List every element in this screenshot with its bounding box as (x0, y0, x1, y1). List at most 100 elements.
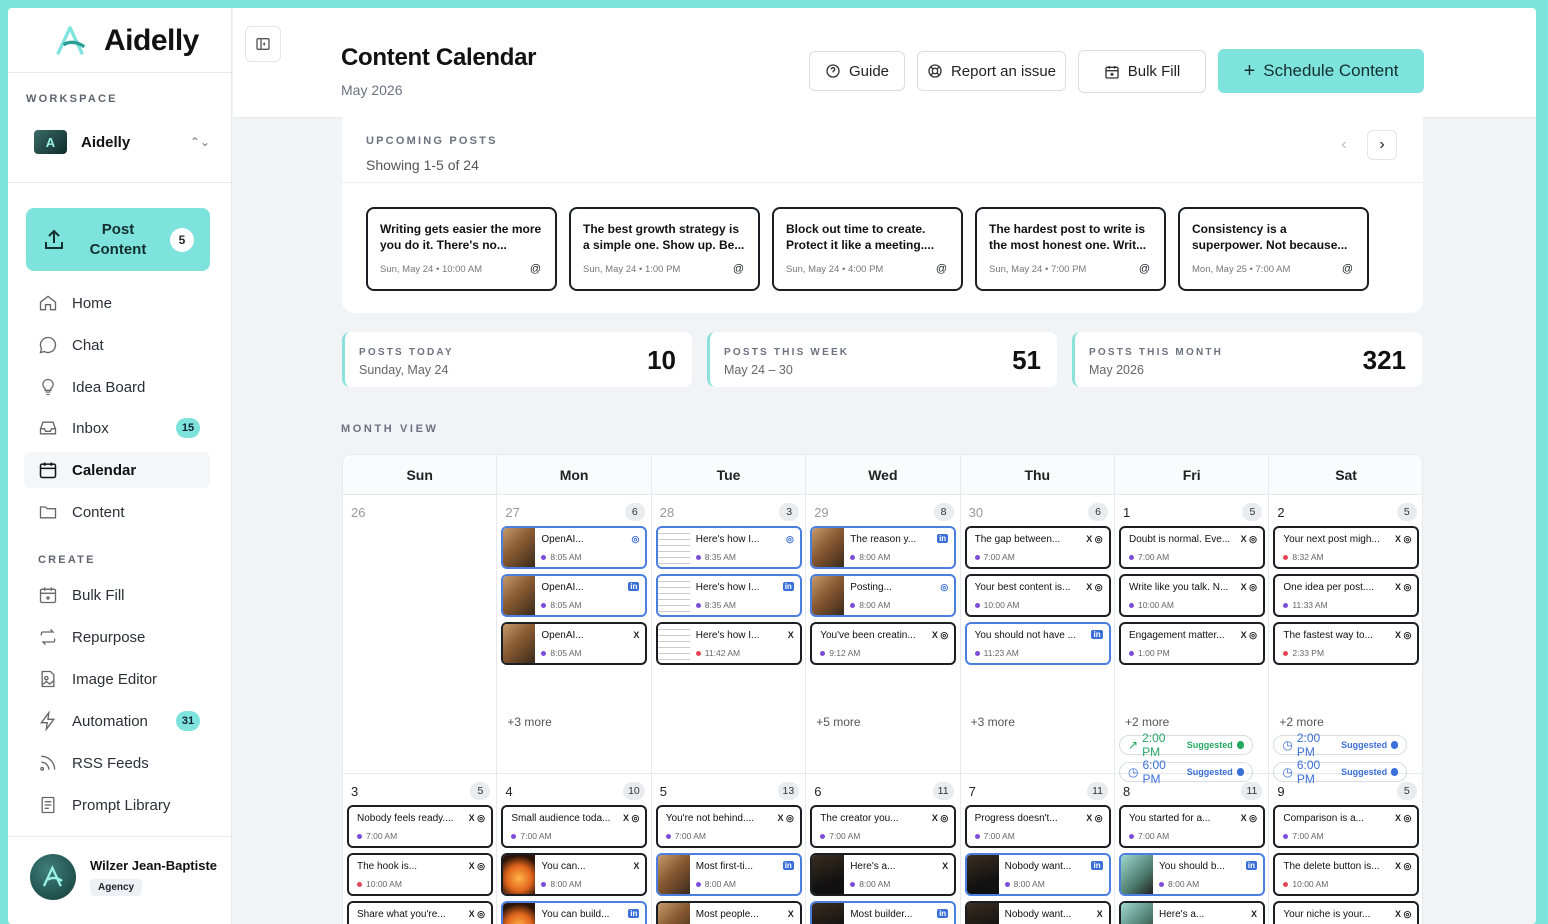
schedule-content-button[interactable]: + Schedule Content (1218, 49, 1424, 93)
workspace-switcher[interactable]: A Aidelly ⌃⌄ (34, 128, 210, 156)
scheduled-post[interactable]: Nobody want... 8:00 AM in (964, 853, 1111, 896)
upcoming-post-card[interactable]: Consistency is a superpower. Not because… (1178, 207, 1369, 291)
scheduled-post[interactable]: Here's a... 8:00 AM X (810, 853, 957, 896)
nav-repurpose[interactable]: Repurpose (24, 619, 210, 655)
day-cell[interactable]: 27 6 OpenAI... 8:05 AM ◎ OpenAI... 8:05 AM in Op… (497, 495, 652, 774)
post-title: Small audience toda... (511, 813, 611, 824)
scheduled-post[interactable]: OpenAI... 8:05 AM X (501, 622, 648, 665)
scheduled-post[interactable]: The fastest way to... 2:33 PM X ◎ (1273, 622, 1420, 665)
scheduled-post[interactable]: Most builder... in (810, 901, 957, 924)
user-profile[interactable]: Wilzer Jean-Baptiste Agency (30, 854, 217, 900)
scheduled-post[interactable]: You started for a... 7:00 AM X ◎ (1119, 805, 1265, 848)
scheduled-post[interactable]: OpenAI... 8:05 AM ◎ (501, 526, 648, 569)
post-time-text: 7:00 AM (829, 831, 861, 841)
status-dot (974, 554, 980, 560)
post-title: Nobody want... (1004, 909, 1072, 920)
scheduled-post[interactable]: One idea per post.... 11:33 AM X ◎ (1273, 574, 1420, 617)
scheduled-post[interactable]: Your best content is... 10:00 AM X ◎ (964, 574, 1111, 617)
scheduled-post[interactable]: Nobody feels ready.... 7:00 AM X ◎ (347, 805, 493, 848)
scheduled-post[interactable]: You should not have ... 11:23 AM in (964, 622, 1111, 665)
more-posts-link[interactable]: +5 more (816, 715, 860, 729)
post-time-text: 7:00 AM (983, 831, 1015, 841)
scheduled-post[interactable]: Your next post migh... 8:32 AM X ◎ (1273, 526, 1420, 569)
prev-button[interactable]: ‹ (1329, 130, 1359, 160)
nav-image-editor[interactable]: Image Editor (24, 661, 210, 697)
post-time: 8:00 AM (695, 879, 736, 889)
scheduled-post[interactable]: Here's how I... 11:42 AM X (655, 622, 802, 665)
scheduled-post[interactable]: The reason y... 8:00 AM in (810, 526, 957, 569)
post-content-button[interactable]: Post Content 5 (26, 208, 210, 271)
nav-bulk-fill[interactable]: Bulk Fill (24, 577, 210, 613)
more-posts-link[interactable]: +3 more (507, 715, 551, 729)
scheduled-post[interactable]: Small audience toda... 7:00 AM X ◎ (501, 805, 648, 848)
scheduled-post[interactable]: Nobody want... X (964, 901, 1111, 924)
day-cell[interactable]: 26 (343, 495, 498, 774)
post-content-label: Post Content (89, 220, 147, 258)
collapse-sidebar-button[interactable] (245, 26, 281, 62)
linkedin-icon: in (1091, 630, 1103, 639)
scheduled-post[interactable]: The creator you... 7:00 AM X ◎ (810, 805, 957, 848)
report-issue-button[interactable]: Report an issue (917, 51, 1066, 91)
upcoming-post-card[interactable]: Writing gets easier the more you do it. … (366, 207, 557, 291)
scheduled-post[interactable]: Share what you're... X ◎ (347, 901, 493, 924)
nav-rss-feeds[interactable]: RSS Feeds (24, 745, 210, 781)
next-button[interactable]: › (1367, 130, 1397, 160)
more-posts-link[interactable]: +2 more (1279, 715, 1323, 729)
day-cell[interactable]: 28 3 Here's how I... 8:35 AM ◎ Here's how I..… (651, 495, 807, 774)
more-posts-link[interactable]: +3 more (971, 715, 1015, 729)
scheduled-post[interactable]: Posting... 8:00 AM ◎ (810, 574, 957, 617)
nav-inbox[interactable]: Inbox 15 (24, 410, 210, 446)
day-cell[interactable]: 8 11 You started for a... 7:00 AM X ◎ You sho… (1115, 774, 1270, 924)
scheduled-post[interactable]: Write like you talk. N... 10:00 AM X ◎ (1119, 574, 1265, 617)
scheduled-post[interactable]: The gap between... 7:00 AM X ◎ (964, 526, 1111, 569)
day-cell[interactable]: 1 5 Doubt is normal. Eve... 7:00 AM X ◎ Write… (1115, 495, 1270, 786)
day-cell[interactable]: 29 8 The reason y... 8:00 AM in Posting... 8:0… (806, 495, 961, 774)
scheduled-post[interactable]: You've been creatin... 9:12 AM X ◎ (810, 622, 957, 665)
scheduled-post[interactable]: Your niche is your... X ◎ (1273, 901, 1420, 924)
nav-idea-board[interactable]: Idea Board (24, 369, 210, 405)
scheduled-post[interactable]: Comparison is a... 7:00 AM X ◎ (1273, 805, 1420, 848)
scheduled-post[interactable]: You're not behind.... 7:00 AM X ◎ (655, 805, 802, 848)
upcoming-post-card[interactable]: Block out time to create. Protect it lik… (772, 207, 963, 291)
suggested-slot[interactable]: ↗ 2:00 PM Suggested (1119, 731, 1253, 759)
nav-calendar[interactable]: Calendar (24, 452, 210, 488)
bolt-icon (38, 711, 58, 731)
scheduled-post[interactable]: Most first-ti... 8:00 AM in (655, 853, 802, 896)
scheduled-post[interactable]: Progress doesn't... 7:00 AM X ◎ (964, 805, 1111, 848)
scheduled-post[interactable]: You should b... 8:00 AM in (1119, 853, 1265, 896)
suggested-slot[interactable]: ◷ 2:00 PM Suggested (1273, 731, 1408, 759)
nav-home[interactable]: Home (24, 285, 210, 321)
scheduled-post[interactable]: OpenAI... 8:05 AM in (501, 574, 648, 617)
scheduled-post[interactable]: The hook is... 10:00 AM X ◎ (347, 853, 493, 896)
scheduled-post[interactable]: The delete button is... 10:00 AM X ◎ (1273, 853, 1420, 896)
more-posts-link[interactable]: +2 more (1125, 715, 1169, 729)
nav-chat[interactable]: Chat (24, 327, 210, 363)
scheduled-post[interactable]: Here's how I... 8:35 AM ◎ (655, 526, 802, 569)
guide-button[interactable]: Guide (809, 51, 905, 91)
scheduled-post[interactable]: You can build... in (501, 901, 648, 924)
scheduled-post[interactable]: Here's a... X (1119, 901, 1265, 924)
day-cell[interactable]: 2 5 Your next post migh... 8:32 AM X ◎ One id… (1269, 495, 1422, 786)
day-cell[interactable]: 7 11 Progress doesn't... 7:00 AM X ◎ Nobody w… (961, 774, 1115, 924)
status-dot (541, 602, 547, 608)
nav-automation[interactable]: Automation 31 (24, 703, 210, 739)
upcoming-post-card[interactable]: The best growth strategy is a simple one… (569, 207, 760, 291)
bulk-fill-button[interactable]: Bulk Fill (1078, 50, 1206, 93)
scheduled-post[interactable]: Engagement matter... 1:00 PM X ◎ (1119, 622, 1265, 665)
scheduled-post[interactable]: Doubt is normal. Eve... 7:00 AM X ◎ (1119, 526, 1265, 569)
nav-content[interactable]: Content (24, 494, 210, 530)
post-time: 7:00 AM (511, 831, 552, 841)
day-cell[interactable]: 4 10 Small audience toda... 7:00 AM X ◎ You c… (497, 774, 652, 924)
nav-prompt-library[interactable]: Prompt Library (24, 787, 210, 823)
scheduled-post[interactable]: Most people... X (655, 901, 802, 924)
app-logo[interactable]: Aidelly (52, 22, 199, 60)
x-threads-icon: X ◎ (777, 813, 794, 823)
upcoming-post-card[interactable]: The hardest post to write is the most ho… (975, 207, 1166, 291)
scheduled-post[interactable]: Here's how I... 8:35 AM in (655, 574, 802, 617)
day-cell[interactable]: 9 5 Comparison is a... 7:00 AM X ◎ The delete… (1269, 774, 1422, 924)
day-cell[interactable]: 30 6 The gap between... 7:00 AM X ◎ Your best… (960, 495, 1115, 774)
day-cell[interactable]: 3 5 Nobody feels ready.... 7:00 AM X ◎ The ho… (343, 774, 498, 924)
day-cell[interactable]: 5 13 You're not behind.... 7:00 AM X ◎ Most f… (652, 774, 807, 924)
day-cell[interactable]: 6 11 The creator you... 7:00 AM X ◎ Here's a.… (806, 774, 961, 924)
scheduled-post[interactable]: You can... 8:00 AM X (501, 853, 648, 896)
